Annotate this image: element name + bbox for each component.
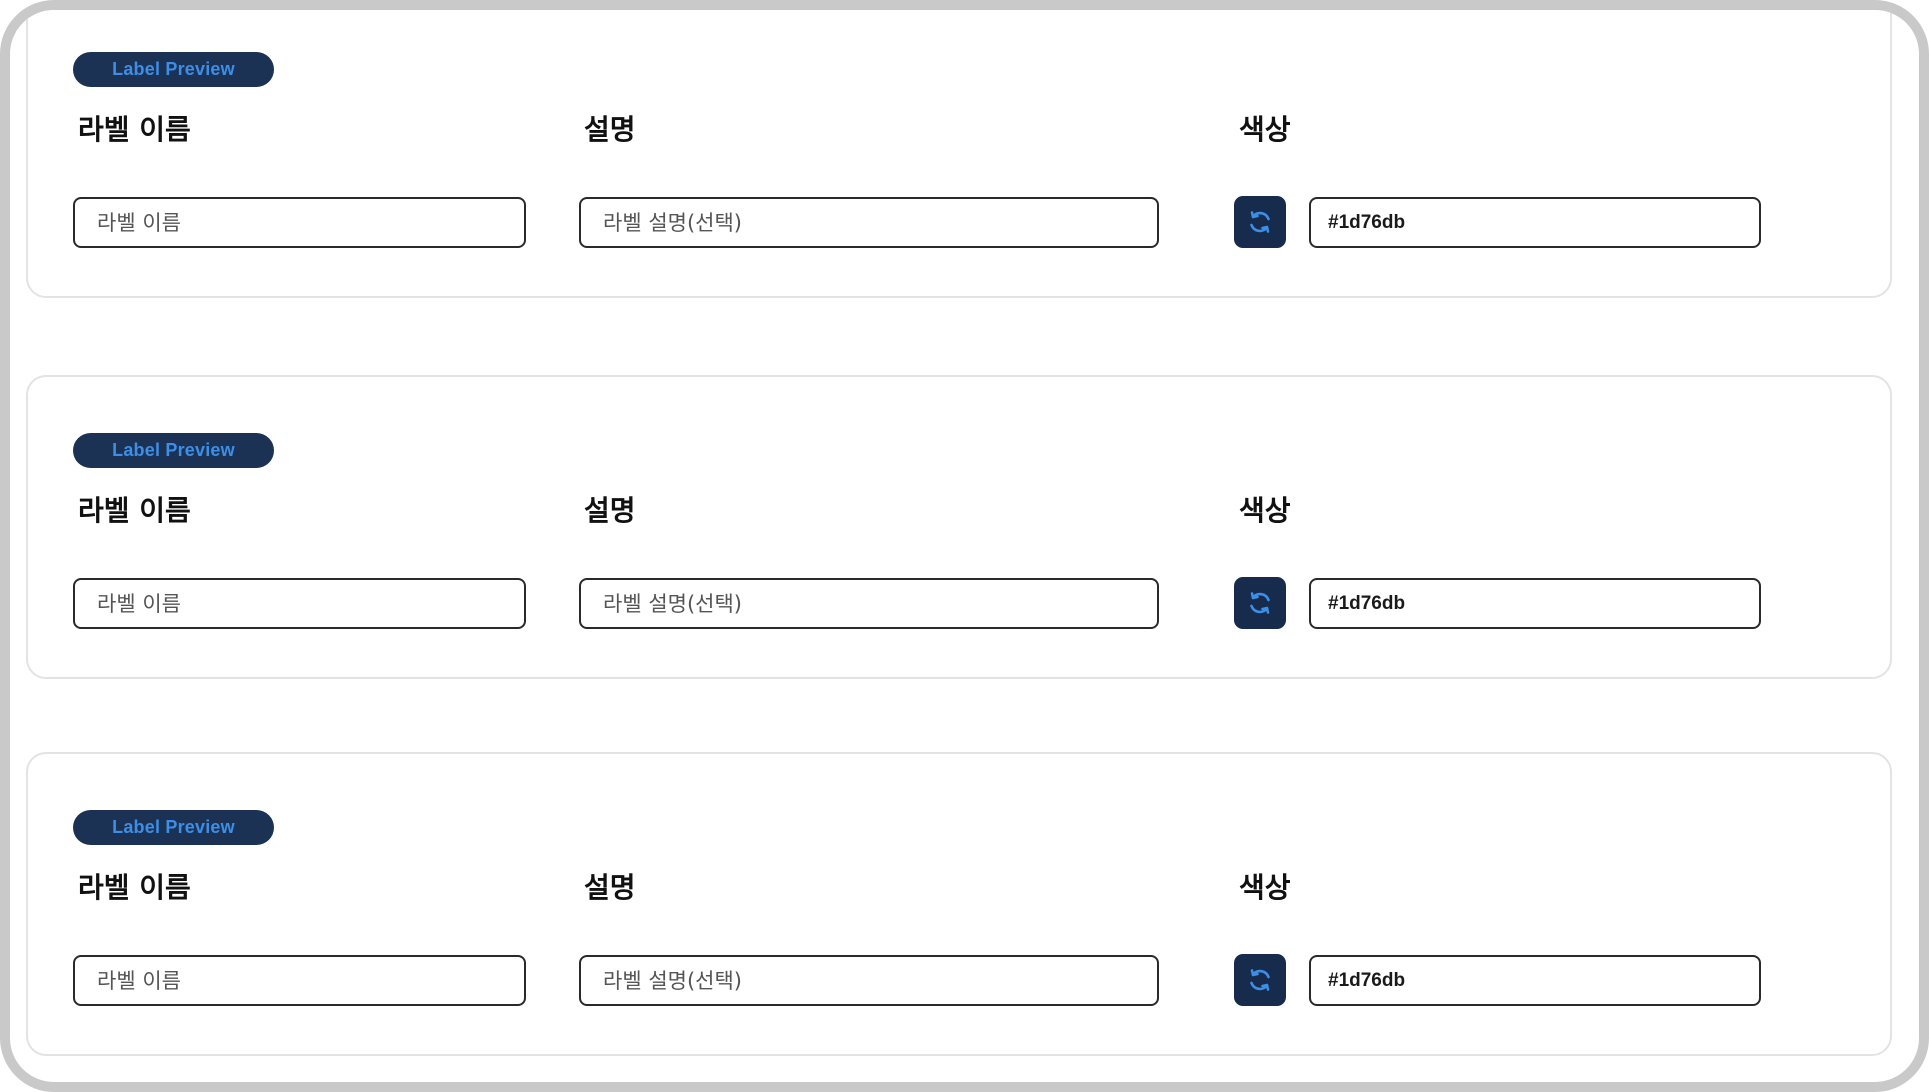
- description-heading: 설명: [584, 494, 636, 527]
- label-name-heading: 라벨 이름: [78, 494, 191, 527]
- color-heading: 색상: [1239, 113, 1291, 146]
- label-preview-badge: Label Preview: [73, 52, 274, 87]
- label-preview-badge: Label Preview: [73, 433, 274, 468]
- description-heading: 설명: [584, 871, 636, 904]
- refresh-icon: [1250, 211, 1270, 233]
- random-color-button[interactable]: [1234, 577, 1286, 629]
- random-color-button[interactable]: [1234, 954, 1286, 1006]
- label-name-heading: 라벨 이름: [78, 113, 191, 146]
- description-input[interactable]: [579, 578, 1159, 629]
- label-preview-badge: Label Preview: [73, 810, 274, 845]
- random-color-button[interactable]: [1234, 196, 1286, 248]
- label-form-card: Label Preview 라벨 이름 설명 색상: [26, 375, 1892, 679]
- label-form-card: Label Preview 라벨 이름 설명 색상: [26, 10, 1892, 298]
- description-heading: 설명: [584, 113, 636, 146]
- color-hex-input[interactable]: [1309, 955, 1761, 1006]
- label-name-input[interactable]: [73, 955, 526, 1006]
- label-name-heading: 라벨 이름: [78, 871, 191, 904]
- refresh-icon: [1250, 592, 1270, 614]
- color-heading: 색상: [1239, 871, 1291, 904]
- description-input[interactable]: [579, 955, 1159, 1006]
- label-name-input[interactable]: [73, 578, 526, 629]
- label-name-input[interactable]: [73, 197, 526, 248]
- color-hex-input[interactable]: [1309, 578, 1761, 629]
- color-hex-input[interactable]: [1309, 197, 1761, 248]
- description-input[interactable]: [579, 197, 1159, 248]
- color-heading: 색상: [1239, 494, 1291, 527]
- refresh-icon: [1250, 969, 1270, 991]
- label-form-card: Label Preview 라벨 이름 설명 색상: [26, 752, 1892, 1056]
- app-frame: Label Preview 라벨 이름 설명 색상 Label Preview …: [0, 0, 1929, 1092]
